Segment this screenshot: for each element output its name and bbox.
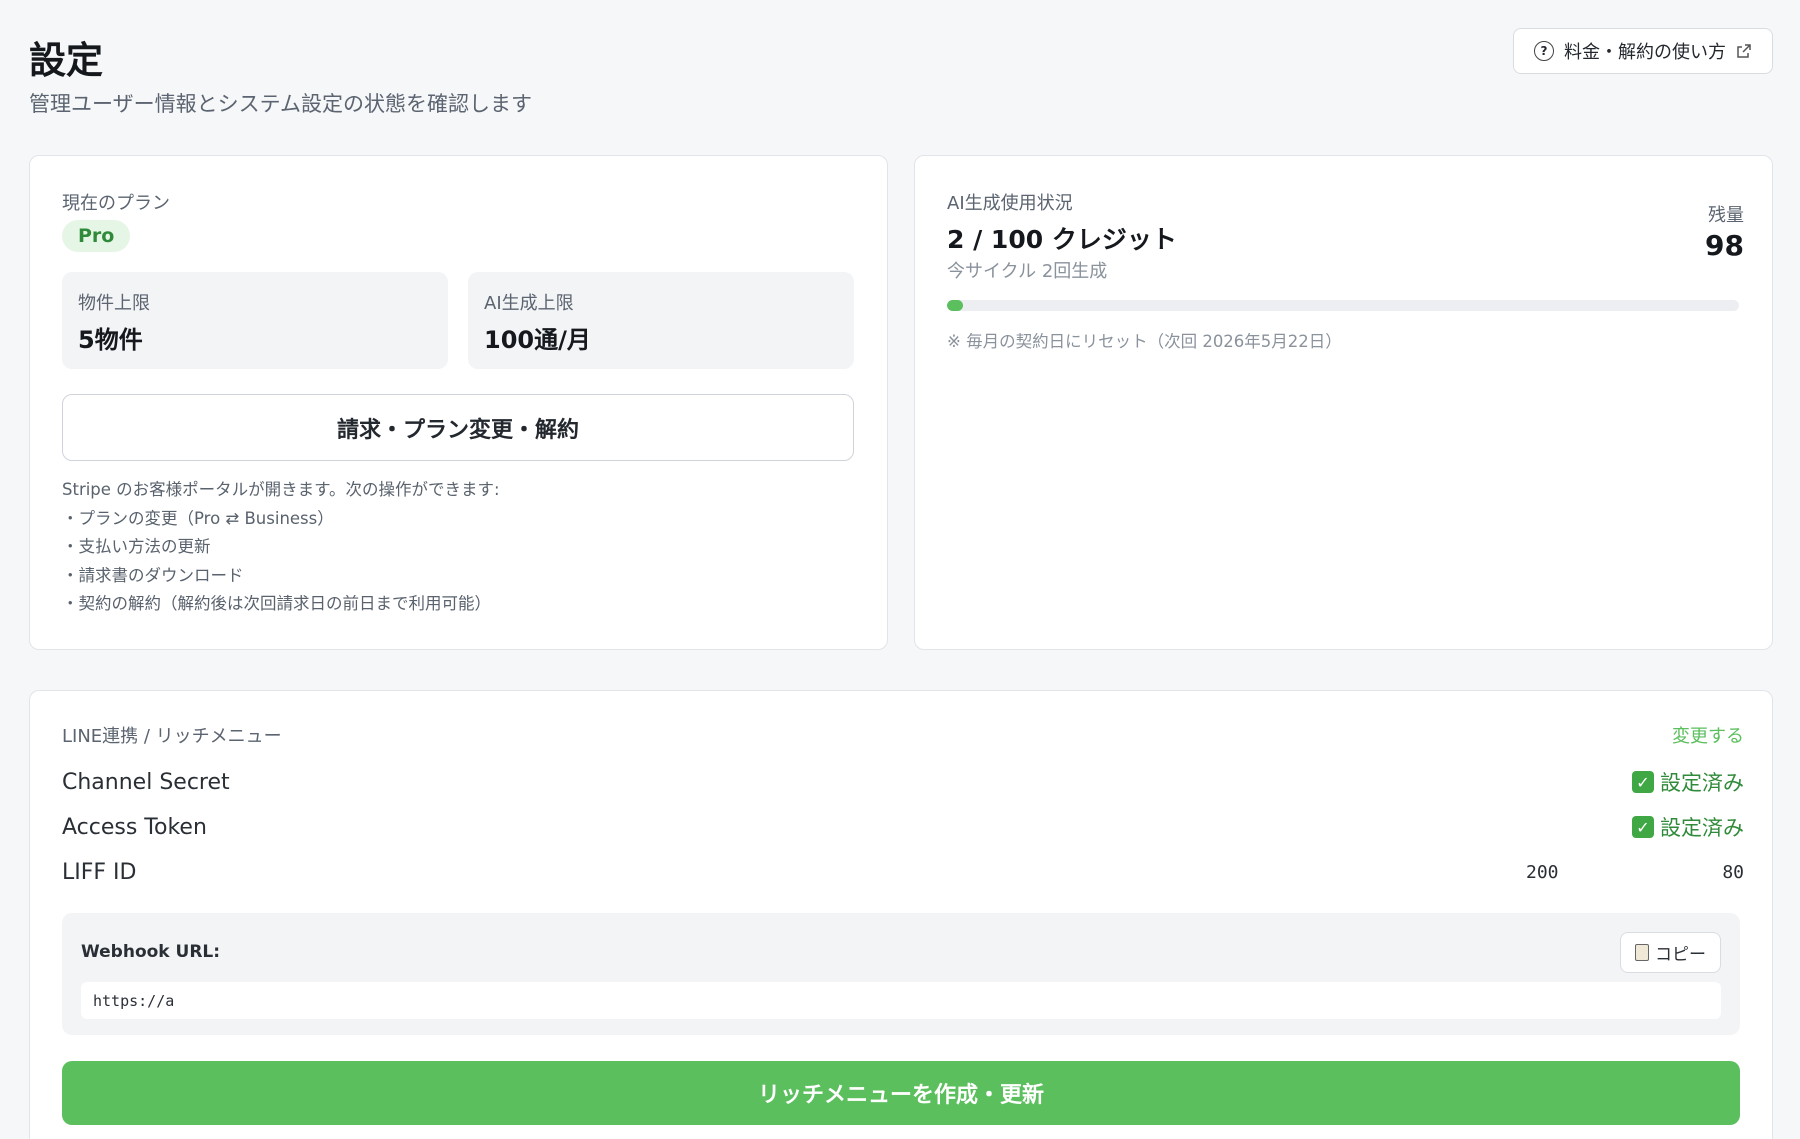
access-token-row: Access Token ✓ 設定済み <box>62 810 1744 844</box>
channel-secret-row: Channel Secret ✓ 設定済み <box>62 765 1744 799</box>
channel-secret-label: Channel Secret <box>62 769 230 795</box>
clipboard-icon <box>1635 944 1649 961</box>
remaining-label: 残量 <box>1708 205 1744 226</box>
portal-note-line: ・プランの変更（Pro ⇄ Business） <box>62 508 334 528</box>
liff-id-start: 200 <box>1526 861 1559 883</box>
current-plan-label: 現在のプラン <box>62 193 170 214</box>
copy-webhook-button[interactable]: コピー <box>1620 932 1721 973</box>
access-token-status: ✓ 設定済み <box>1632 812 1744 842</box>
usage-progress-fill <box>947 300 963 311</box>
ai-limit-label: AI生成上限 <box>484 293 574 314</box>
access-token-label: Access Token <box>62 814 207 840</box>
remaining-value: 98 <box>1705 229 1744 262</box>
webhook-box: Webhook URL: コピー <box>62 913 1740 1035</box>
property-limit-box: 物件上限 5物件 <box>62 272 448 369</box>
line-section-label: LINE連携 / リッチメニュー <box>62 726 282 747</box>
liff-id-value: 200 80 <box>1526 862 1744 883</box>
property-limit-value: 5物件 <box>78 326 143 354</box>
plan-badge: Pro <box>62 220 131 252</box>
channel-secret-status: ✓ 設定済み <box>1632 767 1744 797</box>
reset-note: ※ 毎月の契約日にリセット（次回 2026年5月22日） <box>947 332 1342 351</box>
status-text: 設定済み <box>1660 771 1744 795</box>
copy-label: コピー <box>1655 945 1706 964</box>
portal-note-line: ・契約の解約（解約後は次回請求日の前日まで利用可能） <box>62 594 491 613</box>
portal-note-line: Stripe のお客様ポータルが開きます。次の操作ができます: <box>62 480 500 499</box>
check-icon: ✓ <box>1632 771 1654 793</box>
webhook-url-field[interactable] <box>81 982 1721 1019</box>
ai-limit-value: 100通/月 <box>484 326 591 354</box>
portal-notes: Stripe のお客様ポータルが開きます。次の操作ができます: ・プランの変更（… <box>62 476 500 619</box>
liff-id-label: LIFF ID <box>62 859 137 885</box>
property-limit-label: 物件上限 <box>78 293 150 314</box>
portal-note-line: ・支払い方法の更新 <box>62 537 211 556</box>
status-text: 設定済み <box>1660 816 1744 840</box>
ai-credits-value: 2 / 100 クレジット <box>947 225 1177 254</box>
usage-progress-bar <box>947 300 1739 311</box>
check-icon: ✓ <box>1632 816 1654 838</box>
change-settings-link[interactable]: 変更する <box>1672 722 1744 748</box>
portal-note-line: ・請求書のダウンロード <box>62 565 244 585</box>
liff-id-end: 80 <box>1722 861 1744 883</box>
billing-portal-button[interactable]: 請求・プラン変更・解約 <box>62 394 854 461</box>
webhook-label: Webhook URL: <box>81 942 221 962</box>
create-rich-menu-button[interactable]: リッチメニューを作成・更新 <box>62 1061 1740 1125</box>
ai-cycle-count: 今サイクル 2回生成 <box>947 261 1108 282</box>
ai-usage-label: AI生成使用状況 <box>947 193 1073 214</box>
liff-id-row: LIFF ID 200 80 <box>62 855 1744 889</box>
ai-limit-box: AI生成上限 100通/月 <box>468 272 854 369</box>
